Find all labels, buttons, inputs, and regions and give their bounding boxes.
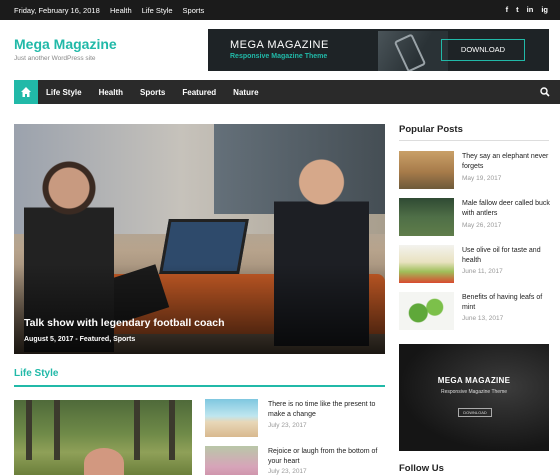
site-tagline: Just another WordPress site [14, 55, 96, 62]
top-bar: Friday, February 16, 2018 Health Life St… [0, 0, 560, 20]
lifestyle-item-date: July 23, 2017 [268, 468, 307, 475]
follow-us-heading: Follow Us [399, 463, 444, 474]
search-icon[interactable] [540, 87, 550, 97]
tree-trunk [169, 400, 175, 460]
popular-post-date: May 19, 2017 [462, 175, 502, 182]
linkedin-icon[interactable]: in [527, 5, 534, 14]
sidebar-ad-subtitle: Responsive Magazine Theme [440, 389, 508, 395]
tree-trunk [54, 400, 60, 460]
current-date: Friday, February 16, 2018 [14, 6, 100, 15]
nav-item-health[interactable]: Health [99, 88, 123, 97]
top-links: Health Life Style Sports [110, 6, 204, 15]
banner-subtitle: Responsive Magazine Theme [230, 53, 328, 60]
nav-item-featured[interactable]: Featured [182, 88, 216, 97]
popular-post-date: May 26, 2017 [462, 222, 502, 229]
popular-thumb-mint[interactable] [399, 292, 454, 330]
top-link-health[interactable]: Health [110, 6, 132, 15]
popular-post-date: June 11, 2017 [462, 268, 503, 275]
lifestyle-item-date: July 23, 2017 [268, 422, 307, 429]
social-links: f t in ig [506, 5, 548, 14]
lifestyle-heading[interactable]: Life Style [14, 368, 58, 379]
popular-post-title[interactable]: Use olive oil for taste and health [462, 246, 552, 266]
banner-title: MEGA MAGAZINE [230, 39, 329, 51]
banner-download-button[interactable]: DOWNLOAD [441, 39, 525, 61]
tree-trunk [26, 400, 32, 460]
header-banner-ad[interactable]: MEGA MAGAZINE Responsive Magazine Theme … [208, 29, 549, 71]
popular-post-title[interactable]: Male fallow deer called buck with antler… [462, 199, 552, 219]
twitter-icon[interactable]: t [516, 5, 519, 14]
nav-items: Life Style Health Sports Featured Nature [46, 80, 259, 104]
featured-post-meta: August 5, 2017 - Featured, Sports [24, 336, 136, 343]
nav-item-life-style[interactable]: Life Style [46, 88, 82, 97]
popular-thumb-olive-oil[interactable] [399, 245, 454, 283]
lifestyle-thumb-1[interactable] [205, 399, 258, 437]
site-logo[interactable]: Mega Magazine [14, 36, 117, 52]
sidebar-ad-title: MEGA MAGAZINE [437, 376, 511, 385]
popular-thumb-deer[interactable] [399, 198, 454, 236]
top-link-life-style[interactable]: Life Style [142, 6, 173, 15]
main-nav: Life Style Health Sports Featured Nature [14, 80, 560, 104]
home-icon [21, 87, 31, 97]
nav-item-nature[interactable]: Nature [233, 88, 258, 97]
image-person [84, 448, 124, 475]
popular-thumb-elephant[interactable] [399, 151, 454, 189]
lifestyle-heading-underline [14, 385, 385, 387]
featured-post[interactable]: Talk show with legendary football coach … [14, 124, 385, 354]
lifestyle-main-image[interactable] [14, 400, 192, 475]
featured-post-title[interactable]: Talk show with legendary football coach [24, 317, 225, 329]
tree-trunk [134, 400, 140, 460]
lifestyle-item-title[interactable]: There is no time like the present to mak… [268, 400, 380, 420]
top-link-sports[interactable]: Sports [183, 6, 205, 15]
popular-post-title[interactable]: Benefits of having leafs of mint [462, 293, 552, 313]
lifestyle-thumb-2[interactable] [205, 446, 258, 475]
nav-home-button[interactable] [14, 80, 38, 104]
instagram-icon[interactable]: ig [541, 5, 548, 14]
popular-posts-heading: Popular Posts [399, 124, 463, 135]
sidebar-ad-download-button[interactable]: DOWNLOAD [458, 408, 492, 417]
popular-posts-divider [399, 140, 549, 141]
popular-post-title[interactable]: They say an elephant never forgets [462, 152, 552, 172]
sidebar-banner-ad[interactable]: MEGA MAGAZINE Responsive Magazine Theme … [399, 344, 549, 451]
nav-item-sports[interactable]: Sports [140, 88, 165, 97]
popular-post-date: June 13, 2017 [462, 315, 504, 322]
lifestyle-item-title[interactable]: Rejoice or laugh from the bottom of your… [268, 447, 380, 467]
facebook-icon[interactable]: f [506, 5, 509, 14]
phone-image [378, 31, 448, 71]
